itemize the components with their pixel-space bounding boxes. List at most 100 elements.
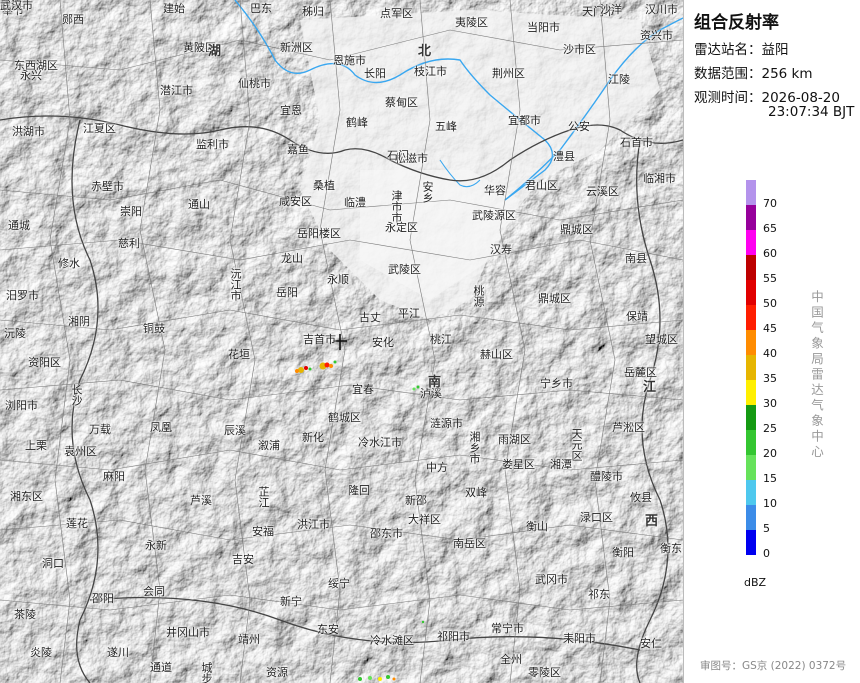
region-label: 西	[645, 514, 659, 529]
place-label: 沙市区	[563, 43, 596, 56]
place-label: 洪湖市	[12, 125, 45, 138]
legend-label: 70	[763, 197, 777, 210]
place-label: 中方	[426, 461, 448, 474]
place-label: 耒阳市	[563, 632, 596, 645]
place-label: 长沙	[70, 384, 83, 406]
place-label: 绥宁	[328, 577, 350, 590]
legend-label: 0	[763, 547, 770, 560]
legend-label: 35	[763, 372, 777, 385]
place-label: 华容	[484, 184, 506, 197]
place-label: 资源	[266, 666, 288, 679]
place-label: 恩施市	[333, 54, 366, 67]
range-row: 数据范围：256 km	[694, 62, 813, 82]
place-label: 咸安区	[279, 195, 312, 208]
place-label: 修水	[58, 257, 80, 270]
place-label: 鼎城区	[560, 223, 593, 236]
legend-swatch	[746, 405, 756, 430]
place-label: 醴陵市	[590, 470, 623, 483]
place-label: 汉寿	[490, 243, 512, 256]
place-label: 永兴	[20, 69, 42, 82]
place-label: 望城区	[645, 333, 678, 346]
place-label: 公安	[568, 120, 590, 133]
place-label: 荆州区	[492, 67, 525, 80]
place-label: 赫山区	[480, 348, 513, 361]
place-label: 建始	[163, 2, 185, 15]
place-label: 嘉鱼	[287, 143, 309, 156]
legend-label: 30	[763, 397, 777, 410]
place-label: 安乡	[421, 181, 434, 203]
place-label: 浏阳市	[5, 399, 38, 412]
radar-map[interactable]: 奉节 郧西 建始 巴东 秭归 点军区 夷陵区 当阳市 天门市 沙洋 汉川市 东西湖区 黄陂区 新洲区 恩施市…	[0, 0, 683, 683]
place-label: 娄星区	[502, 458, 535, 471]
place-label: 武陵区	[388, 263, 421, 276]
place-label: 监利市	[196, 138, 229, 151]
place-label: 铜鼓	[143, 322, 165, 335]
info-panel: 组合反射率 雷达站名：益阳 数据范围：256 km 观测时间：2026-08-2…	[683, 0, 860, 683]
legend-swatch	[746, 380, 756, 405]
place-label: 汉川市	[645, 3, 678, 16]
place-label: 津市市	[390, 190, 403, 223]
place-label: 武陵源区	[472, 209, 516, 222]
legend-label: 25	[763, 422, 777, 435]
legend-swatch	[746, 305, 756, 330]
legend-label: 5	[763, 522, 770, 535]
place-label: 资兴市	[640, 29, 673, 42]
place-label: 凤凰	[150, 421, 172, 434]
place-label: 君山区	[525, 179, 558, 192]
place-label: 永新	[145, 539, 167, 552]
color-legend	[746, 180, 756, 555]
station-row: 雷达站名：益阳	[694, 38, 789, 58]
place-label: 零陵区	[528, 666, 561, 679]
place-label: 东安	[317, 623, 339, 636]
place-label: 武汉	[0, 0, 22, 12]
place-label: 万载	[89, 423, 111, 436]
legend-label: 10	[763, 497, 777, 510]
place-label: 云溪区	[586, 185, 619, 198]
place-label: 双峰	[465, 486, 487, 499]
region-label: 湖	[208, 44, 222, 59]
legend-swatch	[746, 455, 756, 480]
legend-swatch	[746, 530, 756, 555]
place-label: 衡东	[660, 542, 682, 555]
place-label: 岳阳楼区	[297, 227, 341, 240]
place-label: 崇阳	[120, 205, 142, 218]
place-label: 上栗	[25, 439, 47, 452]
place-label: 点军区	[380, 7, 413, 20]
place-label: 临湘市	[643, 172, 676, 185]
place-label: 鼎城区	[538, 292, 571, 305]
place-label: 保靖	[626, 310, 648, 323]
legend-swatch	[746, 205, 756, 230]
place-label: 新邵	[405, 494, 427, 507]
place-label: 冷水江市	[358, 436, 402, 449]
place-label: 吉安	[232, 553, 254, 566]
place-label: 茶陵	[14, 608, 36, 621]
place-label: 潜江市	[160, 84, 193, 97]
place-label: 麻阳	[103, 470, 125, 483]
place-label: 枝江市	[414, 65, 447, 78]
legend-label: 45	[763, 322, 777, 335]
region-label: 江	[643, 380, 657, 395]
place-label: 湘乡市	[468, 431, 481, 464]
place-label: 当阳市	[527, 21, 560, 34]
place-label: 隆回	[348, 484, 370, 497]
place-label: 洪江市	[297, 518, 330, 531]
legend-label: 40	[763, 347, 777, 360]
place-label: 冷水滩区	[370, 634, 414, 647]
agency-credit: 中国气象局雷达气象中心	[809, 290, 824, 461]
legend-swatch	[746, 255, 756, 280]
place-label: 常宁市	[491, 622, 524, 635]
place-label: 衡山	[526, 520, 548, 533]
place-label: 平江	[398, 307, 420, 320]
place-label: 芦溪	[190, 494, 212, 507]
region-label: 南	[428, 375, 442, 390]
place-label: 天元区	[570, 428, 583, 461]
legend-swatch	[746, 355, 756, 380]
place-label: 石门	[387, 149, 409, 162]
legend-swatch	[746, 180, 756, 205]
place-label: 祁东	[588, 588, 610, 601]
legend-label: 65	[763, 222, 777, 235]
place-label: 新化	[302, 431, 324, 444]
place-label: 安仁	[640, 637, 662, 650]
place-label: 南岳区	[453, 537, 486, 550]
place-label: 芷江	[257, 486, 270, 508]
